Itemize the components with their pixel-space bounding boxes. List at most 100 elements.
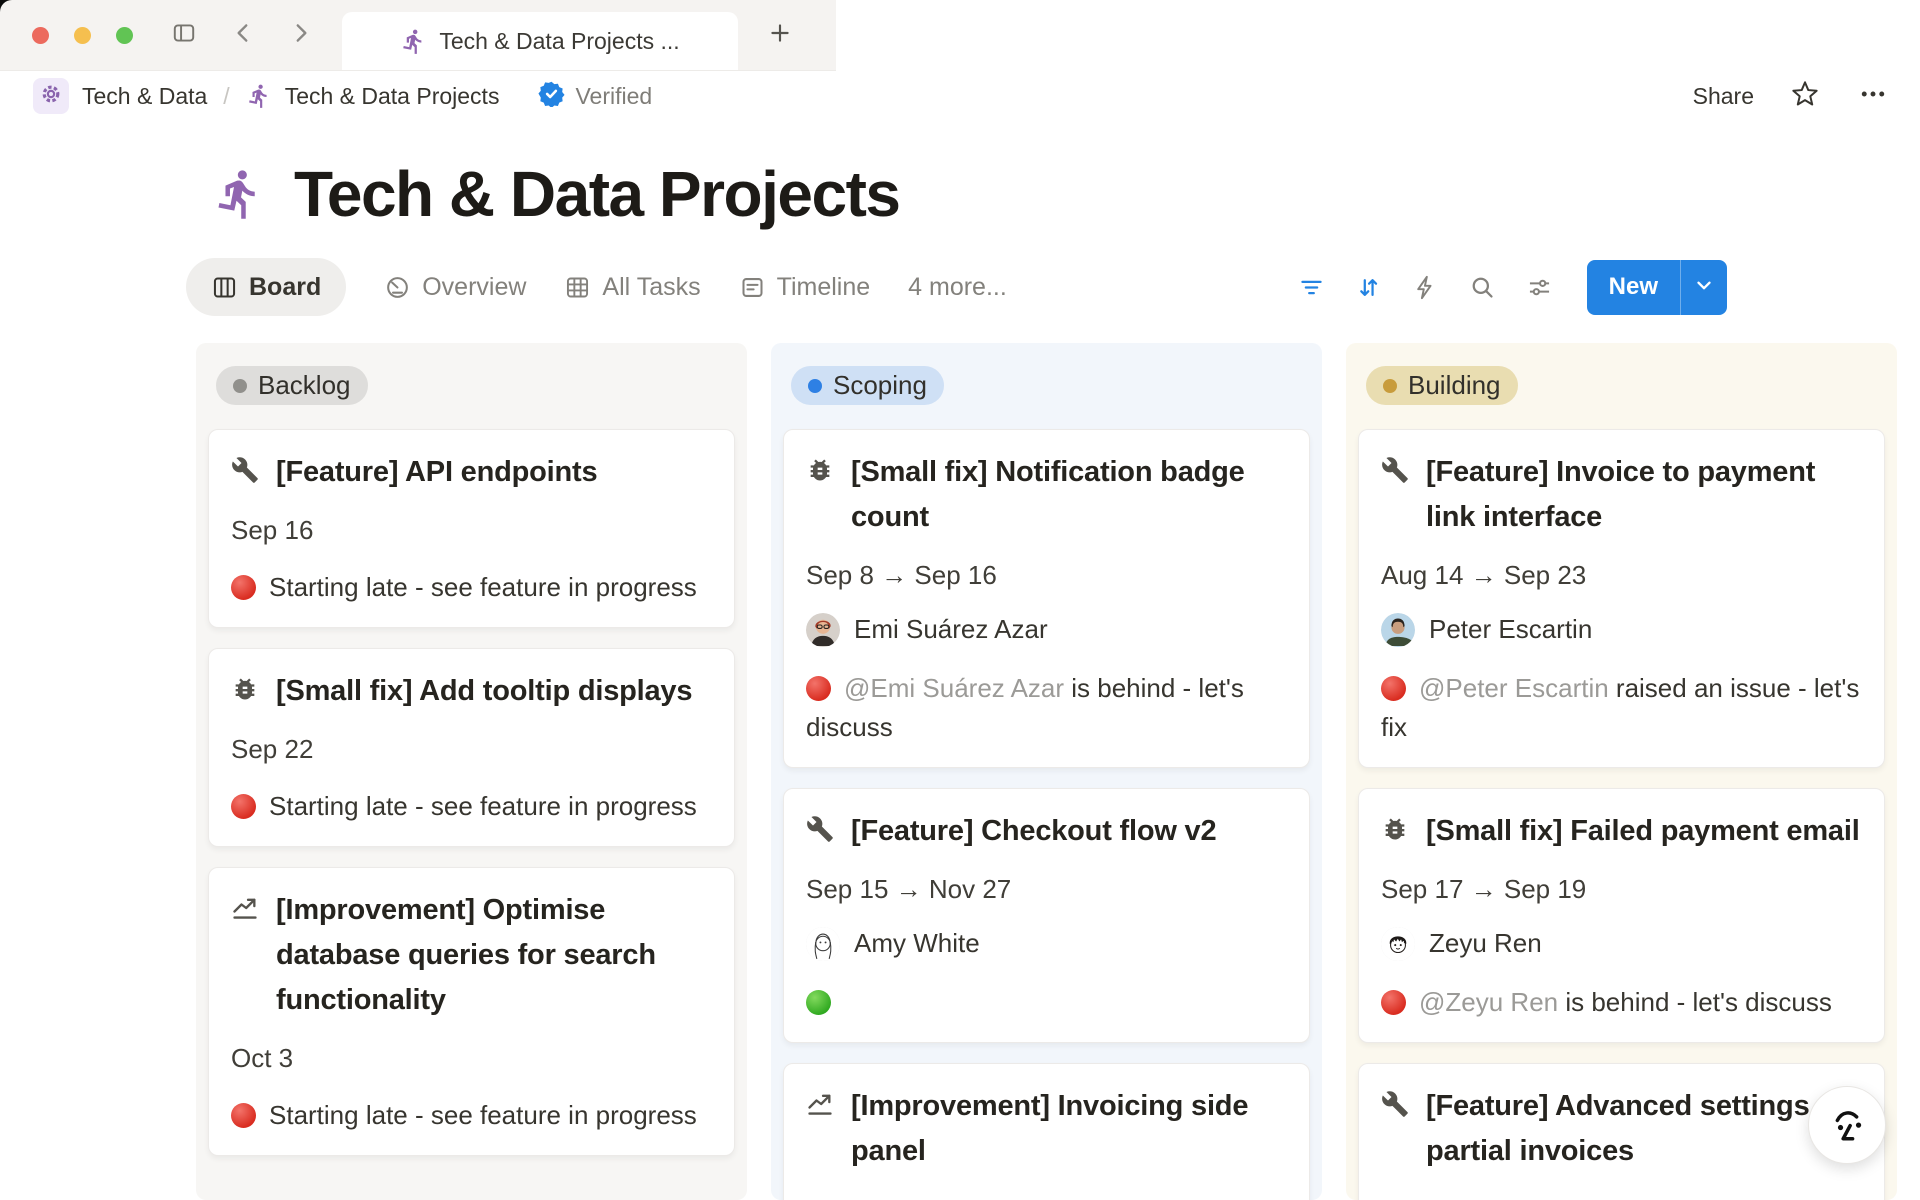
- card-title: [Small fix] Notification badge count: [851, 450, 1287, 540]
- browser-tab-bar: Tech & Data Projects ...: [0, 0, 836, 71]
- card-assignee: Zeyu Ren: [1381, 927, 1862, 961]
- card-status: Starting late - see feature in progress: [231, 787, 712, 826]
- tab-board[interactable]: Board: [186, 258, 346, 316]
- ellipsis-icon[interactable]: [1856, 79, 1890, 113]
- tab-overview[interactable]: Overview: [384, 273, 526, 302]
- wrench-icon: [1381, 1090, 1411, 1120]
- chart-icon: [806, 1090, 836, 1120]
- browser-tab[interactable]: Tech & Data Projects ...: [342, 12, 738, 70]
- traffic-lights: [32, 27, 133, 44]
- mention[interactable]: @Zeyu Ren: [1419, 987, 1565, 1017]
- column-status-pill[interactable]: Building: [1366, 366, 1518, 405]
- card-dates: Sep 16: [231, 515, 712, 546]
- tab-label: All Tasks: [602, 273, 700, 302]
- zoom-button[interactable]: [116, 27, 133, 44]
- card-title: [Improvement] Invoicing side panel: [851, 1084, 1287, 1174]
- card-dates: Sep 17 → Sep 19: [1381, 874, 1862, 905]
- breadcrumb-separator: /: [223, 83, 229, 110]
- app-window: Tech & Data Projects ... Tech & Data / T…: [0, 0, 1920, 1200]
- card-assignee: Emi Suárez Azar: [806, 613, 1287, 647]
- project-card[interactable]: [Feature] Invoice to payment link interf…: [1358, 429, 1885, 768]
- project-card[interactable]: [Feature] API endpoints Sep 16 Starting la…: [208, 429, 735, 628]
- status-dot-red: [231, 1103, 256, 1128]
- sidebar-toggle-icon[interactable]: [167, 19, 201, 51]
- project-card[interactable]: [Small fix] Notification badge countSep …: [783, 429, 1310, 768]
- card-dates: Sep 15 → Nov 27: [806, 874, 1287, 905]
- column-title: Backlog: [258, 370, 351, 401]
- avatar: [1381, 613, 1415, 647]
- tab-timeline[interactable]: Timeline: [739, 273, 871, 302]
- lightning-icon[interactable]: [1406, 267, 1446, 307]
- project-card[interactable]: [Small fix] Add tooltip displaysSep 22St…: [208, 648, 735, 847]
- status-dot-green: [806, 990, 831, 1015]
- breadcrumb-team[interactable]: Tech & Data: [82, 83, 207, 110]
- wrench-icon: [806, 815, 836, 845]
- card-status: Starting late - see feature in progress: [231, 568, 712, 607]
- tab-all-tasks[interactable]: All Tasks: [564, 273, 700, 302]
- project-card[interactable]: [Improvement] Optimise database queries …: [208, 867, 735, 1156]
- runner-icon: [212, 167, 266, 221]
- new-tab-button[interactable]: [763, 19, 797, 51]
- gauge-icon: [384, 274, 411, 301]
- avatar: [1381, 927, 1415, 961]
- filter-icon[interactable]: [1292, 267, 1332, 307]
- column-status-pill[interactable]: Scoping: [791, 366, 944, 405]
- card-title: [Small fix] Failed payment email: [1426, 809, 1860, 854]
- tab-label: Overview: [422, 273, 526, 302]
- project-card[interactable]: [Feature] Checkout flow v2 Sep 15 → Nov 2…: [783, 788, 1310, 1043]
- wrench-icon: [1381, 456, 1411, 486]
- assignee-name: Peter Escartin: [1429, 614, 1592, 645]
- forward-icon[interactable]: [284, 19, 318, 51]
- bug-icon: [806, 456, 836, 486]
- page-title: Tech & Data Projects: [294, 157, 899, 231]
- timeline-icon: [739, 274, 766, 301]
- mention[interactable]: @Peter Escartin: [1419, 673, 1616, 703]
- status-dot-red: [1381, 676, 1406, 701]
- card-status: Starting late - see feature in progress: [231, 1096, 712, 1135]
- project-card[interactable]: [Feature] Advanced settings on partial i…: [1358, 1063, 1885, 1200]
- status-dot: [808, 379, 822, 393]
- wrench-icon: [231, 456, 261, 486]
- verified-badge[interactable]: Verified: [538, 80, 652, 112]
- chevron-down-icon[interactable]: [1680, 260, 1727, 315]
- new-button[interactable]: New: [1587, 260, 1727, 315]
- board-column-backlog: Backlog [Feature] API endpoints Sep 16 Star…: [196, 343, 747, 1200]
- avatar: [806, 613, 840, 647]
- tab-label: Board: [249, 273, 321, 302]
- project-card[interactable]: [Small fix] Failed payment email Sep 17 →…: [1358, 788, 1885, 1043]
- assignee-name: Zeyu Ren: [1429, 928, 1542, 959]
- gear-icon: [39, 82, 63, 111]
- status-dot-red: [231, 575, 256, 600]
- board-column-building: Building [Feature] Invoice to payment lin…: [1346, 343, 1897, 1200]
- breadcrumb-page[interactable]: Tech & Data Projects: [285, 83, 500, 110]
- search-icon[interactable]: [1463, 267, 1503, 307]
- column-status-pill[interactable]: Backlog: [216, 366, 368, 405]
- table-icon: [564, 274, 591, 301]
- runner-icon: [246, 83, 272, 109]
- star-icon[interactable]: [1788, 79, 1822, 113]
- card-status: [806, 983, 1287, 1022]
- teamspace-chip[interactable]: [33, 78, 69, 114]
- card-status: @Peter Escartin raised an issue - let's …: [1381, 669, 1862, 747]
- status-dot: [1383, 379, 1397, 393]
- close-button[interactable]: [32, 27, 49, 44]
- tab-label: Timeline: [777, 273, 871, 302]
- card-title: [Small fix] Add tooltip displays: [276, 669, 692, 714]
- share-button[interactable]: Share: [1693, 83, 1754, 110]
- tab-title: Tech & Data Projects ...: [439, 28, 679, 55]
- chart-icon: [231, 894, 261, 924]
- card-title: [Feature] Checkout flow v2: [851, 809, 1216, 854]
- sort-icon[interactable]: [1349, 267, 1389, 307]
- card-title: [Feature] API endpoints: [276, 450, 597, 495]
- back-icon[interactable]: [226, 19, 260, 51]
- page-header: Tech & Data / Tech & Data Projects Verif…: [0, 70, 1920, 122]
- tab-4-more[interactable]: 4 more...: [908, 273, 1007, 302]
- project-card[interactable]: [Improvement] Invoicing side panel: [783, 1063, 1310, 1200]
- new-button-label[interactable]: New: [1587, 260, 1680, 315]
- mention[interactable]: @Emi Suárez Azar: [844, 673, 1071, 703]
- minimize-button[interactable]: [74, 27, 91, 44]
- ai-assistant-button[interactable]: [1808, 1086, 1886, 1164]
- sliders-icon[interactable]: [1520, 267, 1560, 307]
- card-assignee: Peter Escartin: [1381, 613, 1862, 647]
- runner-icon: [400, 28, 427, 55]
